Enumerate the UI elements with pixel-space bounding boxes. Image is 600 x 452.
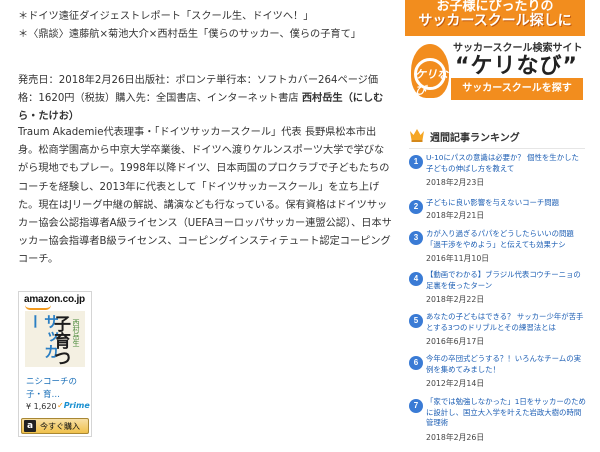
ranking-item-date: 2016年6月17日 xyxy=(426,337,485,346)
ranking-item-date: 2018年2月21日 xyxy=(426,211,485,220)
ranking-item-link[interactable]: 今年の卒団式どうする？！いろんなチームの実例を集めてみました！ xyxy=(426,354,586,375)
related-link[interactable]: ＊ドイツ遠征ダイジェストレポート「スクール生、ドイツへ！」 xyxy=(18,8,392,26)
related-link[interactable]: ＊〈鼎談〉遠藤航×菊池大介×西村岳生「僕らのサッカー、僕らの子育て」 xyxy=(18,26,392,44)
book-meta: 発売日：2018年2月26日出版社：ポロンテ単行本：ソフトカバー264ページ価格… xyxy=(18,72,392,127)
rank-number-badge: 5 xyxy=(409,314,423,328)
rank-number-badge: 2 xyxy=(409,200,423,214)
ranking-item-link[interactable]: 子どもに良い影響を与えないコーチ問題 xyxy=(426,198,586,209)
ranking-item-date: 2016年11月10日 xyxy=(426,254,490,263)
ranking-item-date: 2018年2月22日 xyxy=(426,295,485,304)
amazon-product-widget[interactable]: amazon.co.jp サッカー 子育つ 西村岳生 ニシコーチの子・育… ¥ … xyxy=(18,291,92,437)
kerinavi-logo: ケリなび xyxy=(411,44,449,98)
rank-number-badge: 1 xyxy=(409,155,423,169)
product-price: ¥ 1,620 xyxy=(26,402,57,411)
ranking-title: 週間記事ランキング xyxy=(430,133,520,144)
ranking-item-date: 2018年2月26日 xyxy=(426,433,485,442)
ranking-item-date: 2018年2月23日 xyxy=(426,178,485,187)
ranking-item-link[interactable]: U-10にパスの意識は必要か？ 個性を生かした子どもの伸ばし方を教えて xyxy=(426,153,586,174)
amazon-a-icon: a xyxy=(24,420,36,432)
rank-number-badge: 4 xyxy=(409,272,423,286)
banner-headline: サッカースクール探しに xyxy=(418,13,572,29)
ranking-item-link[interactable]: カが入り過ぎるパパをどうしたらいいの問題 「過干渉をやめよう」と伝えても効果ナシ xyxy=(426,229,586,250)
product-title[interactable]: ニシコーチの子・育… xyxy=(26,376,90,402)
prime-badge: ✓Prime xyxy=(57,401,90,410)
book-cover-image[interactable]: サッカー 子育つ 西村岳生 xyxy=(25,311,85,367)
rank-number-badge: 3 xyxy=(409,231,423,245)
divider xyxy=(409,148,585,149)
cover-text: 子育つ xyxy=(50,315,70,366)
buy-now-button[interactable]: a 今すぐ購入 xyxy=(21,418,89,434)
crown-icon xyxy=(410,129,424,142)
related-links: ＊ドイツ遠征ダイジェストレポート「スクール生、ドイツへ！」 ＊〈鼎談〉遠藤航×菊… xyxy=(18,8,392,44)
ranking-item-link[interactable]: 「家では勉強しなかった」1日をサッカーのために設計し、国立大入学を叶えた岩政大樹… xyxy=(426,397,586,429)
ranking-header: 週間記事ランキング xyxy=(409,128,585,149)
cover-text: 西村岳生 xyxy=(72,319,80,347)
search-school-button[interactable]: サッカースクールを探す xyxy=(451,78,583,100)
author-bio: Traum Akademie代表理事・「ドイツサッカースクール」代表 長野県松本… xyxy=(18,127,392,266)
ranking-item-link[interactable]: 【動画でわかる】ブラジル代表コウチーニョの足裏を使ったターン xyxy=(426,270,586,291)
ranking-item-date: 2012年2月14日 xyxy=(426,379,485,388)
amazon-smile-icon xyxy=(25,305,51,310)
buy-now-label: 今すぐ購入 xyxy=(40,422,80,431)
kerinavi-banner[interactable]: お子様にぴったりの サッカースクール探しに ケリなび サッカースクール検索サイト… xyxy=(405,0,585,106)
rank-number-badge: 6 xyxy=(409,356,423,370)
prime-check-icon: ✓ xyxy=(57,401,64,410)
amazon-logo: amazon.co.jp xyxy=(24,294,85,310)
rank-number-badge: 7 xyxy=(409,399,423,413)
banner-site-name: “ケリなび” xyxy=(455,54,578,79)
ranking-item-link[interactable]: あなたの子どもはできる？ サッカー少年が苦手とする3つのドリブルとその練習法とは xyxy=(426,312,586,333)
